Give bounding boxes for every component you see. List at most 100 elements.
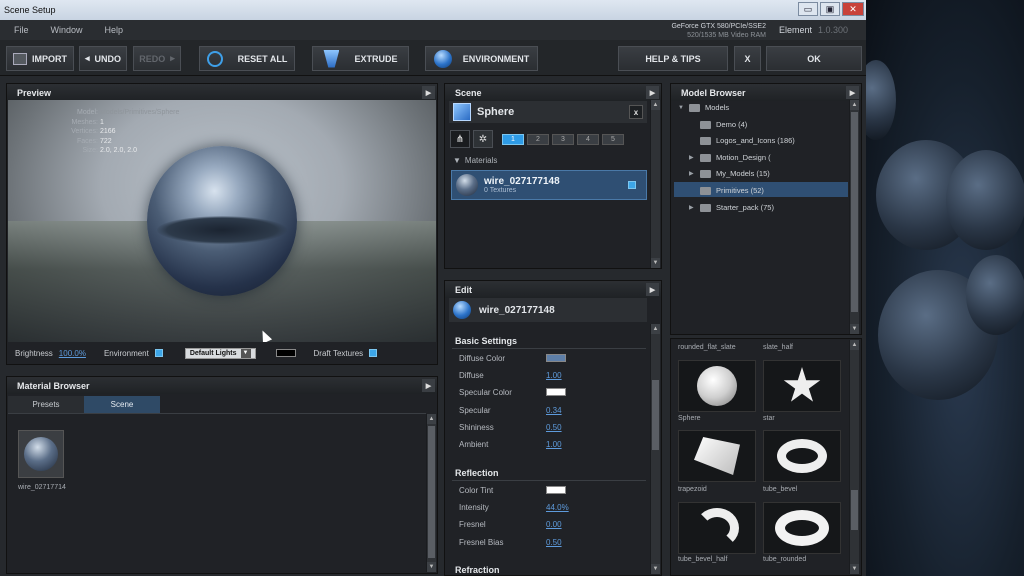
panel-expand-icon[interactable]: ▶	[646, 86, 659, 99]
tree-item-label: Primitives (52)	[716, 186, 764, 195]
panel-expand-icon[interactable]: ▶	[846, 86, 859, 99]
tree-item-label: Motion_Design (	[716, 153, 771, 162]
reset-icon	[206, 50, 223, 67]
fresnel-bias-label: Fresnel Bias	[459, 538, 504, 547]
ambient-value[interactable]: 1.00	[546, 440, 562, 449]
gear-icon[interactable]: ✲	[473, 130, 493, 148]
model-thumb-trapezoid[interactable]	[678, 430, 756, 482]
model-thumb-tube-rounded[interactable]	[763, 502, 841, 554]
nodes-icon[interactable]: ⋔	[450, 130, 470, 148]
environment-toggle-label: Environment	[103, 348, 149, 358]
tree-item-demo[interactable]: Demo (4)	[689, 120, 747, 129]
bg-sphere	[866, 60, 896, 140]
material-thumbnail[interactable]	[18, 430, 64, 478]
environment-button[interactable]: ENVIRONMENT	[425, 46, 538, 71]
model-thumb-tube-bevel[interactable]	[763, 430, 841, 482]
lights-dropdown[interactable]: Default Lights ▼	[184, 347, 256, 359]
shininess-label: Shininess	[459, 423, 494, 432]
diffuse-color-swatch[interactable]	[546, 354, 566, 362]
chevron-right-icon: ▶	[689, 171, 694, 177]
intensity-value[interactable]: 44.0%	[546, 503, 569, 512]
bg-sphere	[946, 150, 1024, 250]
reflection-header[interactable]: Reflection	[455, 468, 499, 478]
page-3-button[interactable]: 3	[552, 133, 574, 145]
diffuse-value[interactable]: 1.00	[546, 371, 562, 380]
tree-item-label: My_Models (15)	[716, 169, 770, 178]
panel-expand-icon[interactable]: ▶	[422, 379, 435, 392]
model-thumb-tube-bevel-half[interactable]	[678, 502, 756, 554]
tree-item-my-models[interactable]: ▶ My_Models (15)	[689, 169, 770, 178]
basic-settings-header[interactable]: Basic Settings	[455, 336, 517, 346]
draft-textures-checkbox[interactable]	[369, 349, 378, 357]
model-tree-scrollbar[interactable]: ▲ ▼	[849, 100, 859, 334]
close-window-button[interactable]: ✕	[842, 2, 864, 16]
tab-scene[interactable]: Scene	[84, 396, 160, 413]
chevron-down-icon: ▼	[678, 104, 684, 111]
tree-item-models[interactable]: ▼ Models	[678, 103, 729, 112]
undo-button[interactable]: ◂ UNDO	[79, 46, 127, 71]
material-browser-scrollbar[interactable]: ▲ ▼	[426, 414, 436, 572]
chevron-down-icon: ▼	[453, 156, 461, 165]
cancel-button[interactable]: X	[734, 46, 761, 71]
remove-object-button[interactable]: x	[629, 105, 643, 119]
cancel-label: X	[744, 53, 751, 64]
scene-scrollbar[interactable]: ▲ ▼	[650, 100, 660, 268]
ok-button[interactable]: OK	[766, 46, 862, 71]
panel-expand-icon[interactable]: ▶	[646, 283, 659, 296]
specular-value[interactable]: 0.34	[546, 406, 562, 415]
model-label: trapezoid	[678, 486, 707, 493]
menu-help[interactable]: Help	[105, 25, 124, 35]
tree-item-starter-pack[interactable]: ▶ Starter_pack (75)	[689, 203, 774, 212]
page-2-button[interactable]: 2	[527, 133, 549, 145]
scene-selector-row: ⋔ ✲ 1 2 3 4 5	[450, 130, 624, 148]
extrude-button[interactable]: EXTRUDE	[312, 46, 409, 71]
redo-button[interactable]: REDO ▸	[133, 46, 181, 71]
minimize-button[interactable]: ▭	[798, 2, 818, 16]
materials-section-header[interactable]: ▼ Materials	[453, 156, 497, 165]
tree-item-logos[interactable]: Logos_and_Icons (186)	[689, 136, 795, 145]
folder-icon	[700, 186, 711, 195]
tab-presets[interactable]: Presets	[8, 396, 84, 413]
window-title: Scene Setup	[4, 5, 56, 15]
maximize-button[interactable]: ▣	[820, 2, 840, 16]
tree-item-motion-design[interactable]: ▶ Motion_Design (	[689, 153, 771, 162]
tree-item-label: Demo (4)	[716, 120, 748, 129]
reset-all-button[interactable]: RESET ALL	[199, 46, 295, 71]
page-5-button[interactable]: 5	[602, 133, 624, 145]
cube-icon	[453, 103, 471, 121]
help-tips-button[interactable]: HELP & TIPS	[618, 46, 728, 71]
specular-label: Specular	[459, 406, 491, 415]
fresnel-value[interactable]: 0.00	[546, 520, 562, 529]
material-visible-checkbox[interactable]	[628, 181, 636, 189]
model-thumb-sphere[interactable]	[678, 360, 756, 412]
ambient-label: Ambient	[459, 440, 489, 449]
tree-item-label: Starter_pack (75)	[716, 203, 774, 212]
shininess-value[interactable]: 0.50	[546, 423, 562, 432]
edit-scrollbar[interactable]: ▲ ▼	[650, 324, 660, 574]
brightness-value[interactable]: 100.0%	[59, 349, 86, 358]
tree-item-label: Models	[705, 103, 730, 112]
page-4-button[interactable]: 4	[577, 133, 599, 145]
tree-item-primitives[interactable]: Primitives (52)	[689, 186, 764, 195]
panel-expand-icon[interactable]: ▶	[422, 86, 435, 99]
import-button[interactable]: IMPORT	[6, 46, 74, 71]
background-color-swatch[interactable]	[275, 349, 296, 357]
model-thumb-star[interactable]	[763, 360, 841, 412]
color-tint-swatch[interactable]	[546, 486, 566, 494]
fresnel-bias-value[interactable]: 0.50	[546, 538, 562, 547]
brightness-label: Brightness	[15, 348, 53, 358]
menu-window[interactable]: Window	[51, 25, 83, 35]
folder-icon	[700, 120, 711, 129]
specular-color-swatch[interactable]	[546, 388, 566, 396]
scene-material-row[interactable]: wire_027177148 0 Textures	[451, 170, 647, 200]
page-1-button[interactable]: 1	[502, 133, 524, 145]
vertices-label: Vertices:	[71, 128, 98, 135]
environment-checkbox[interactable]	[154, 349, 163, 357]
model-thumbs-scrollbar[interactable]: ▲ ▼	[849, 340, 859, 574]
preview-sphere[interactable]	[147, 146, 297, 296]
refraction-header[interactable]: Refraction	[455, 565, 500, 575]
model-info: Model: Models/Primitives/Sphere Meshes: …	[18, 108, 179, 156]
menu-file[interactable]: File	[14, 25, 29, 35]
scene-object-row[interactable]: Sphere x	[449, 101, 647, 123]
chevron-right-icon: ▶	[689, 205, 694, 211]
